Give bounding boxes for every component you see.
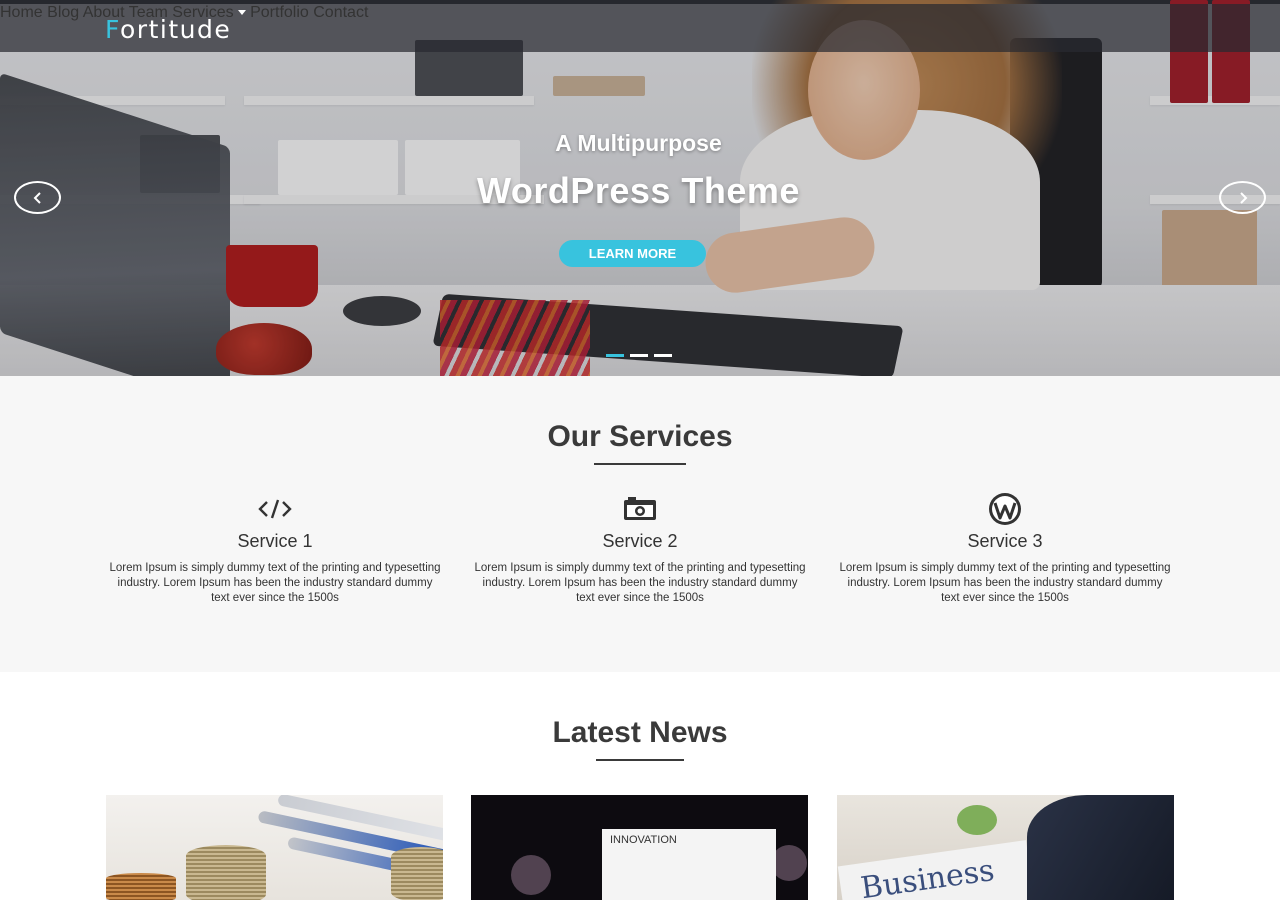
service-card: Service 1 Lorem Ipsum is simply dummy te… xyxy=(105,494,445,606)
slider-next-button[interactable] xyxy=(1219,181,1266,214)
hero-subtitle: A Multipurpose xyxy=(555,130,722,156)
nav-item-blog[interactable]: Blog xyxy=(47,4,79,21)
nav-item-portfolio[interactable]: Portfolio xyxy=(250,4,309,21)
service-name: Service 3 xyxy=(967,531,1043,551)
site-logo[interactable]: Fortitude xyxy=(105,15,231,44)
coin-stack xyxy=(391,847,443,900)
service-name: Service 1 xyxy=(237,531,313,551)
businessman-suit xyxy=(1027,795,1174,900)
camera-icon xyxy=(470,494,810,524)
service-description: Lorem Ipsum is simply dummy text of the … xyxy=(109,562,441,604)
service-description: Lorem Ipsum is simply dummy text of the … xyxy=(839,562,1171,604)
wordpress-icon xyxy=(835,493,1175,525)
title-underline xyxy=(594,463,686,465)
slide-indicator-3[interactable] xyxy=(654,354,672,357)
plant xyxy=(957,805,997,835)
title-underline xyxy=(596,759,684,761)
hero-title: WordPress Theme xyxy=(477,170,800,211)
news-section: Latest News INNOVATION Business xyxy=(0,672,1280,900)
board-text: INNOVATION xyxy=(610,834,677,846)
code-icon xyxy=(105,494,445,524)
news-card-image-innovation[interactable]: INNOVATION xyxy=(471,795,808,900)
caret-down-icon xyxy=(237,10,246,16)
innovation-board: INNOVATION xyxy=(602,829,776,900)
nav-item-home[interactable]: Home xyxy=(0,4,43,21)
bokeh-light xyxy=(511,855,551,895)
newspaper-headline: Business xyxy=(858,852,997,900)
logo-rest: ortitude xyxy=(120,15,232,44)
service-description: Lorem Ipsum is simply dummy text of the … xyxy=(474,562,806,604)
learn-more-button[interactable]: LEARN MORE xyxy=(559,240,706,267)
nav-item-contact[interactable]: Contact xyxy=(313,4,368,21)
slide-indicator-1[interactable] xyxy=(606,354,624,357)
news-card-image-coins[interactable] xyxy=(106,795,443,900)
hero-slider: Fortitude Home Blog About Team Services … xyxy=(0,0,1280,376)
news-card-image-business[interactable]: Business xyxy=(837,795,1174,900)
news-title: Latest News xyxy=(552,716,728,749)
service-name: Service 2 xyxy=(602,531,678,551)
service-card: Service 3 Lorem Ipsum is simply dummy te… xyxy=(835,493,1175,606)
newspaper: Business xyxy=(837,840,1035,900)
chevron-right-icon xyxy=(1239,191,1247,204)
chevron-left-icon xyxy=(33,191,41,204)
slider-prev-button[interactable] xyxy=(14,181,61,214)
coin-stack xyxy=(186,845,266,900)
navbar: Fortitude Home Blog About Team Services … xyxy=(0,4,1280,52)
coin-stack xyxy=(106,873,176,900)
services-section: Our Services Service 1 Lorem Ipsum is si… xyxy=(0,376,1280,672)
slide-indicator-2[interactable] xyxy=(630,354,648,357)
services-title: Our Services xyxy=(547,420,733,453)
slider-indicators xyxy=(606,354,672,357)
bokeh-light xyxy=(771,845,807,881)
service-card: Service 2 Lorem Ipsum is simply dummy te… xyxy=(470,494,810,606)
logo-first-letter: F xyxy=(105,15,120,44)
